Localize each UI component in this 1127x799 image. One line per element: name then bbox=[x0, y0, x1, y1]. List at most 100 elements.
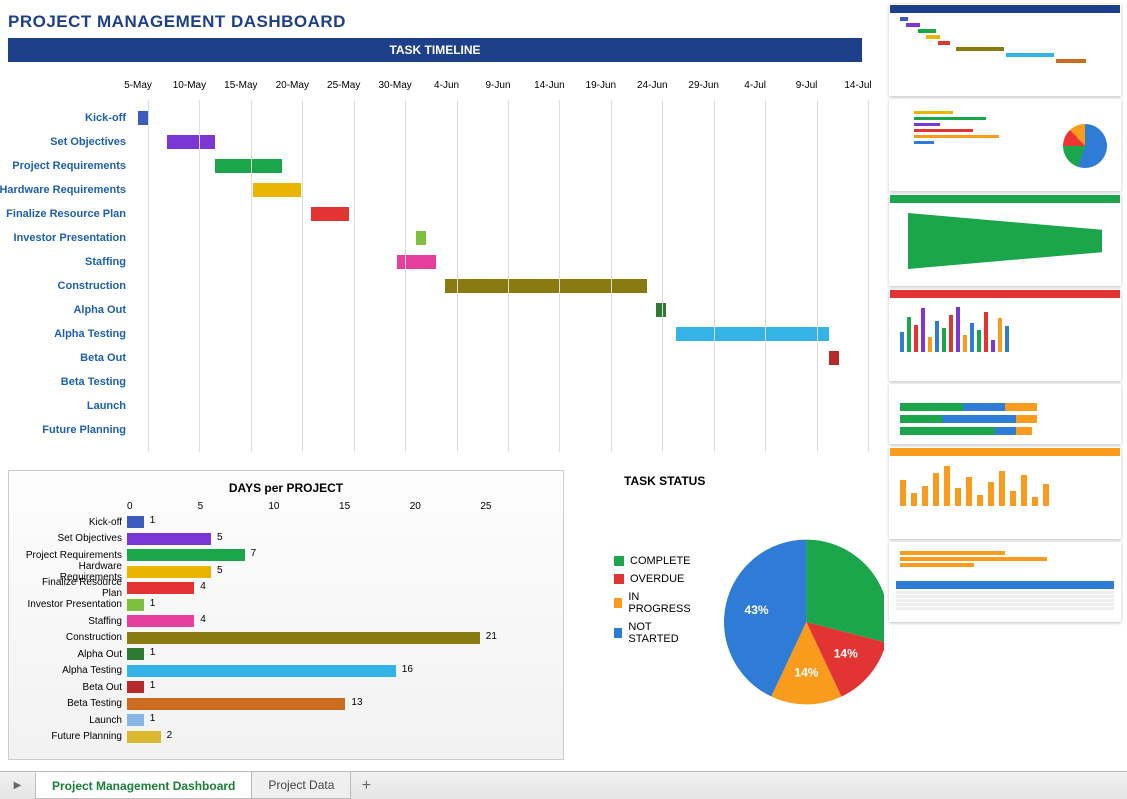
legend-swatch bbox=[614, 628, 622, 638]
gantt-tick: 10-May bbox=[169, 80, 209, 91]
days-row: Future Planning2 bbox=[21, 729, 551, 746]
gantt-row-label: Project Requirements bbox=[12, 160, 138, 172]
legend-label: NOT STARTED bbox=[628, 621, 692, 645]
sheet-tab-data[interactable]: Project Data bbox=[251, 772, 351, 799]
gantt-tick: 14-Jul bbox=[838, 80, 878, 91]
days-tick: 25 bbox=[480, 501, 551, 512]
gantt-bar bbox=[215, 159, 282, 173]
gantt-row-label: Construction bbox=[58, 280, 138, 292]
pie-legend: COMPLETE OVERDUE IN PROGRESS NOT STARTED bbox=[594, 502, 692, 648]
days-bar bbox=[127, 533, 211, 545]
gantt-row: Beta Testing bbox=[138, 370, 852, 394]
legend-swatch bbox=[614, 574, 624, 584]
days-value: 5 bbox=[211, 532, 223, 543]
gantt-tick: 4-Jun bbox=[427, 80, 467, 91]
days-bar bbox=[127, 665, 396, 677]
gantt-tick: 9-Jul bbox=[787, 80, 827, 91]
svg-text:14%: 14% bbox=[834, 647, 858, 661]
gantt-rows: Kick-offSet ObjectivesProject Requiremen… bbox=[138, 106, 852, 442]
svg-text:14%: 14% bbox=[795, 665, 819, 679]
days-axis: 0510152025 bbox=[127, 501, 551, 512]
days-row: Beta Out1 bbox=[21, 679, 551, 696]
thumb-funnel[interactable] bbox=[889, 194, 1121, 286]
days-chart-title: DAYS per PROJECT bbox=[21, 481, 551, 501]
thumb-hbar-pie[interactable] bbox=[889, 99, 1121, 191]
days-value: 16 bbox=[396, 664, 413, 675]
gantt-tick: 30-May bbox=[375, 80, 415, 91]
legend-label: COMPLETE bbox=[630, 555, 691, 567]
days-row-label: Alpha Out bbox=[21, 649, 127, 660]
days-row-label: Kick-off bbox=[21, 517, 127, 528]
days-tick: 15 bbox=[339, 501, 410, 512]
days-tick: 5 bbox=[198, 501, 269, 512]
thumb-table[interactable] bbox=[889, 542, 1121, 622]
gantt-row-label: Alpha Out bbox=[73, 304, 138, 316]
pie-title: TASK STATUS bbox=[594, 470, 884, 502]
days-tick: 0 bbox=[127, 501, 198, 512]
days-value: 1 bbox=[144, 647, 156, 658]
gantt-row-label: Staffing bbox=[85, 256, 138, 268]
days-row-label: Launch bbox=[21, 715, 127, 726]
thumb-gantt[interactable] bbox=[889, 4, 1121, 96]
sheet-tab-dashboard[interactable]: Project Management Dashboard bbox=[35, 772, 252, 799]
gantt-bar bbox=[138, 111, 148, 125]
days-row-label: Alpha Testing bbox=[21, 665, 127, 676]
sheet-nav-prev[interactable]: ▶ bbox=[0, 772, 36, 799]
days-value: 1 bbox=[144, 515, 156, 526]
days-bar bbox=[127, 632, 480, 644]
legend-label: OVERDUE bbox=[630, 573, 684, 585]
pie-legend-item: IN PROGRESS bbox=[614, 588, 692, 618]
days-value: 4 bbox=[194, 581, 206, 592]
gantt-row: Alpha Testing bbox=[138, 322, 852, 346]
thumb-columns-orange[interactable] bbox=[889, 447, 1121, 539]
days-row-label: Beta Out bbox=[21, 682, 127, 693]
gantt-bar bbox=[656, 303, 666, 317]
thumb-stacked[interactable] bbox=[889, 384, 1121, 444]
days-bar bbox=[127, 599, 144, 611]
gantt-row-label: Hardware Requirements bbox=[0, 184, 138, 196]
days-rows: Kick-off 1 Set Objectives 5 Project Requirem… bbox=[21, 514, 551, 745]
gantt-bar bbox=[445, 279, 647, 293]
gantt-tick: 5-May bbox=[118, 80, 158, 91]
days-bar bbox=[127, 549, 245, 561]
task-status-panel: TASK STATUS COMPLETE OVERDUE IN PROGRESS NO… bbox=[594, 470, 884, 760]
gantt-row: Beta Out bbox=[138, 346, 852, 370]
days-row: Alpha Out 1 bbox=[21, 646, 551, 663]
gantt-row-label: Launch bbox=[87, 400, 138, 412]
gantt-tick: 4-Jul bbox=[735, 80, 775, 91]
gantt-row-label: Finalize Resource Plan bbox=[6, 208, 138, 220]
days-row-label: Project Requirements bbox=[21, 550, 127, 561]
gantt-row: Staffing bbox=[138, 250, 852, 274]
days-value: 1 bbox=[144, 598, 156, 609]
sheet-add-button[interactable]: + bbox=[351, 772, 381, 799]
days-value: 13 bbox=[345, 697, 362, 708]
gantt-bar bbox=[311, 207, 349, 221]
gantt-row: Project Requirements bbox=[138, 154, 852, 178]
gantt-row-label: Investor Presentation bbox=[14, 232, 138, 244]
days-bar bbox=[127, 615, 194, 627]
legend-label: IN PROGRESS bbox=[628, 591, 692, 615]
thumb-columns[interactable] bbox=[889, 289, 1121, 381]
days-row-label: Beta Testing bbox=[21, 698, 127, 709]
pie-legend-item: COMPLETE bbox=[614, 552, 692, 570]
gantt-row: Finalize Resource Plan bbox=[138, 202, 852, 226]
days-row-label: Set Objectives bbox=[21, 533, 127, 544]
gantt-tick: 29-Jun bbox=[684, 80, 724, 91]
gantt-tick: 15-May bbox=[221, 80, 261, 91]
gantt-tick: 19-Jun bbox=[581, 80, 621, 91]
days-row: Kick-off 1 bbox=[21, 514, 551, 531]
days-bar bbox=[127, 648, 144, 660]
svg-text:43%: 43% bbox=[745, 603, 769, 617]
gantt-row-label: Set Objectives bbox=[50, 136, 138, 148]
gantt-row: Alpha Out bbox=[138, 298, 852, 322]
days-value: 7 bbox=[245, 548, 257, 559]
days-row-label: Staffing bbox=[21, 616, 127, 627]
gantt-bar bbox=[397, 255, 435, 269]
days-row: Staffing4 bbox=[21, 613, 551, 630]
days-row: Investor Presentation1 bbox=[21, 597, 551, 614]
gantt-bar bbox=[829, 351, 839, 365]
pie-legend-item: OVERDUE bbox=[614, 570, 692, 588]
days-bar bbox=[127, 698, 345, 710]
sheet-tab-bar: ▶ Project Management Dashboard Project D… bbox=[0, 771, 1127, 799]
gantt-row: Kick-off bbox=[138, 106, 852, 130]
